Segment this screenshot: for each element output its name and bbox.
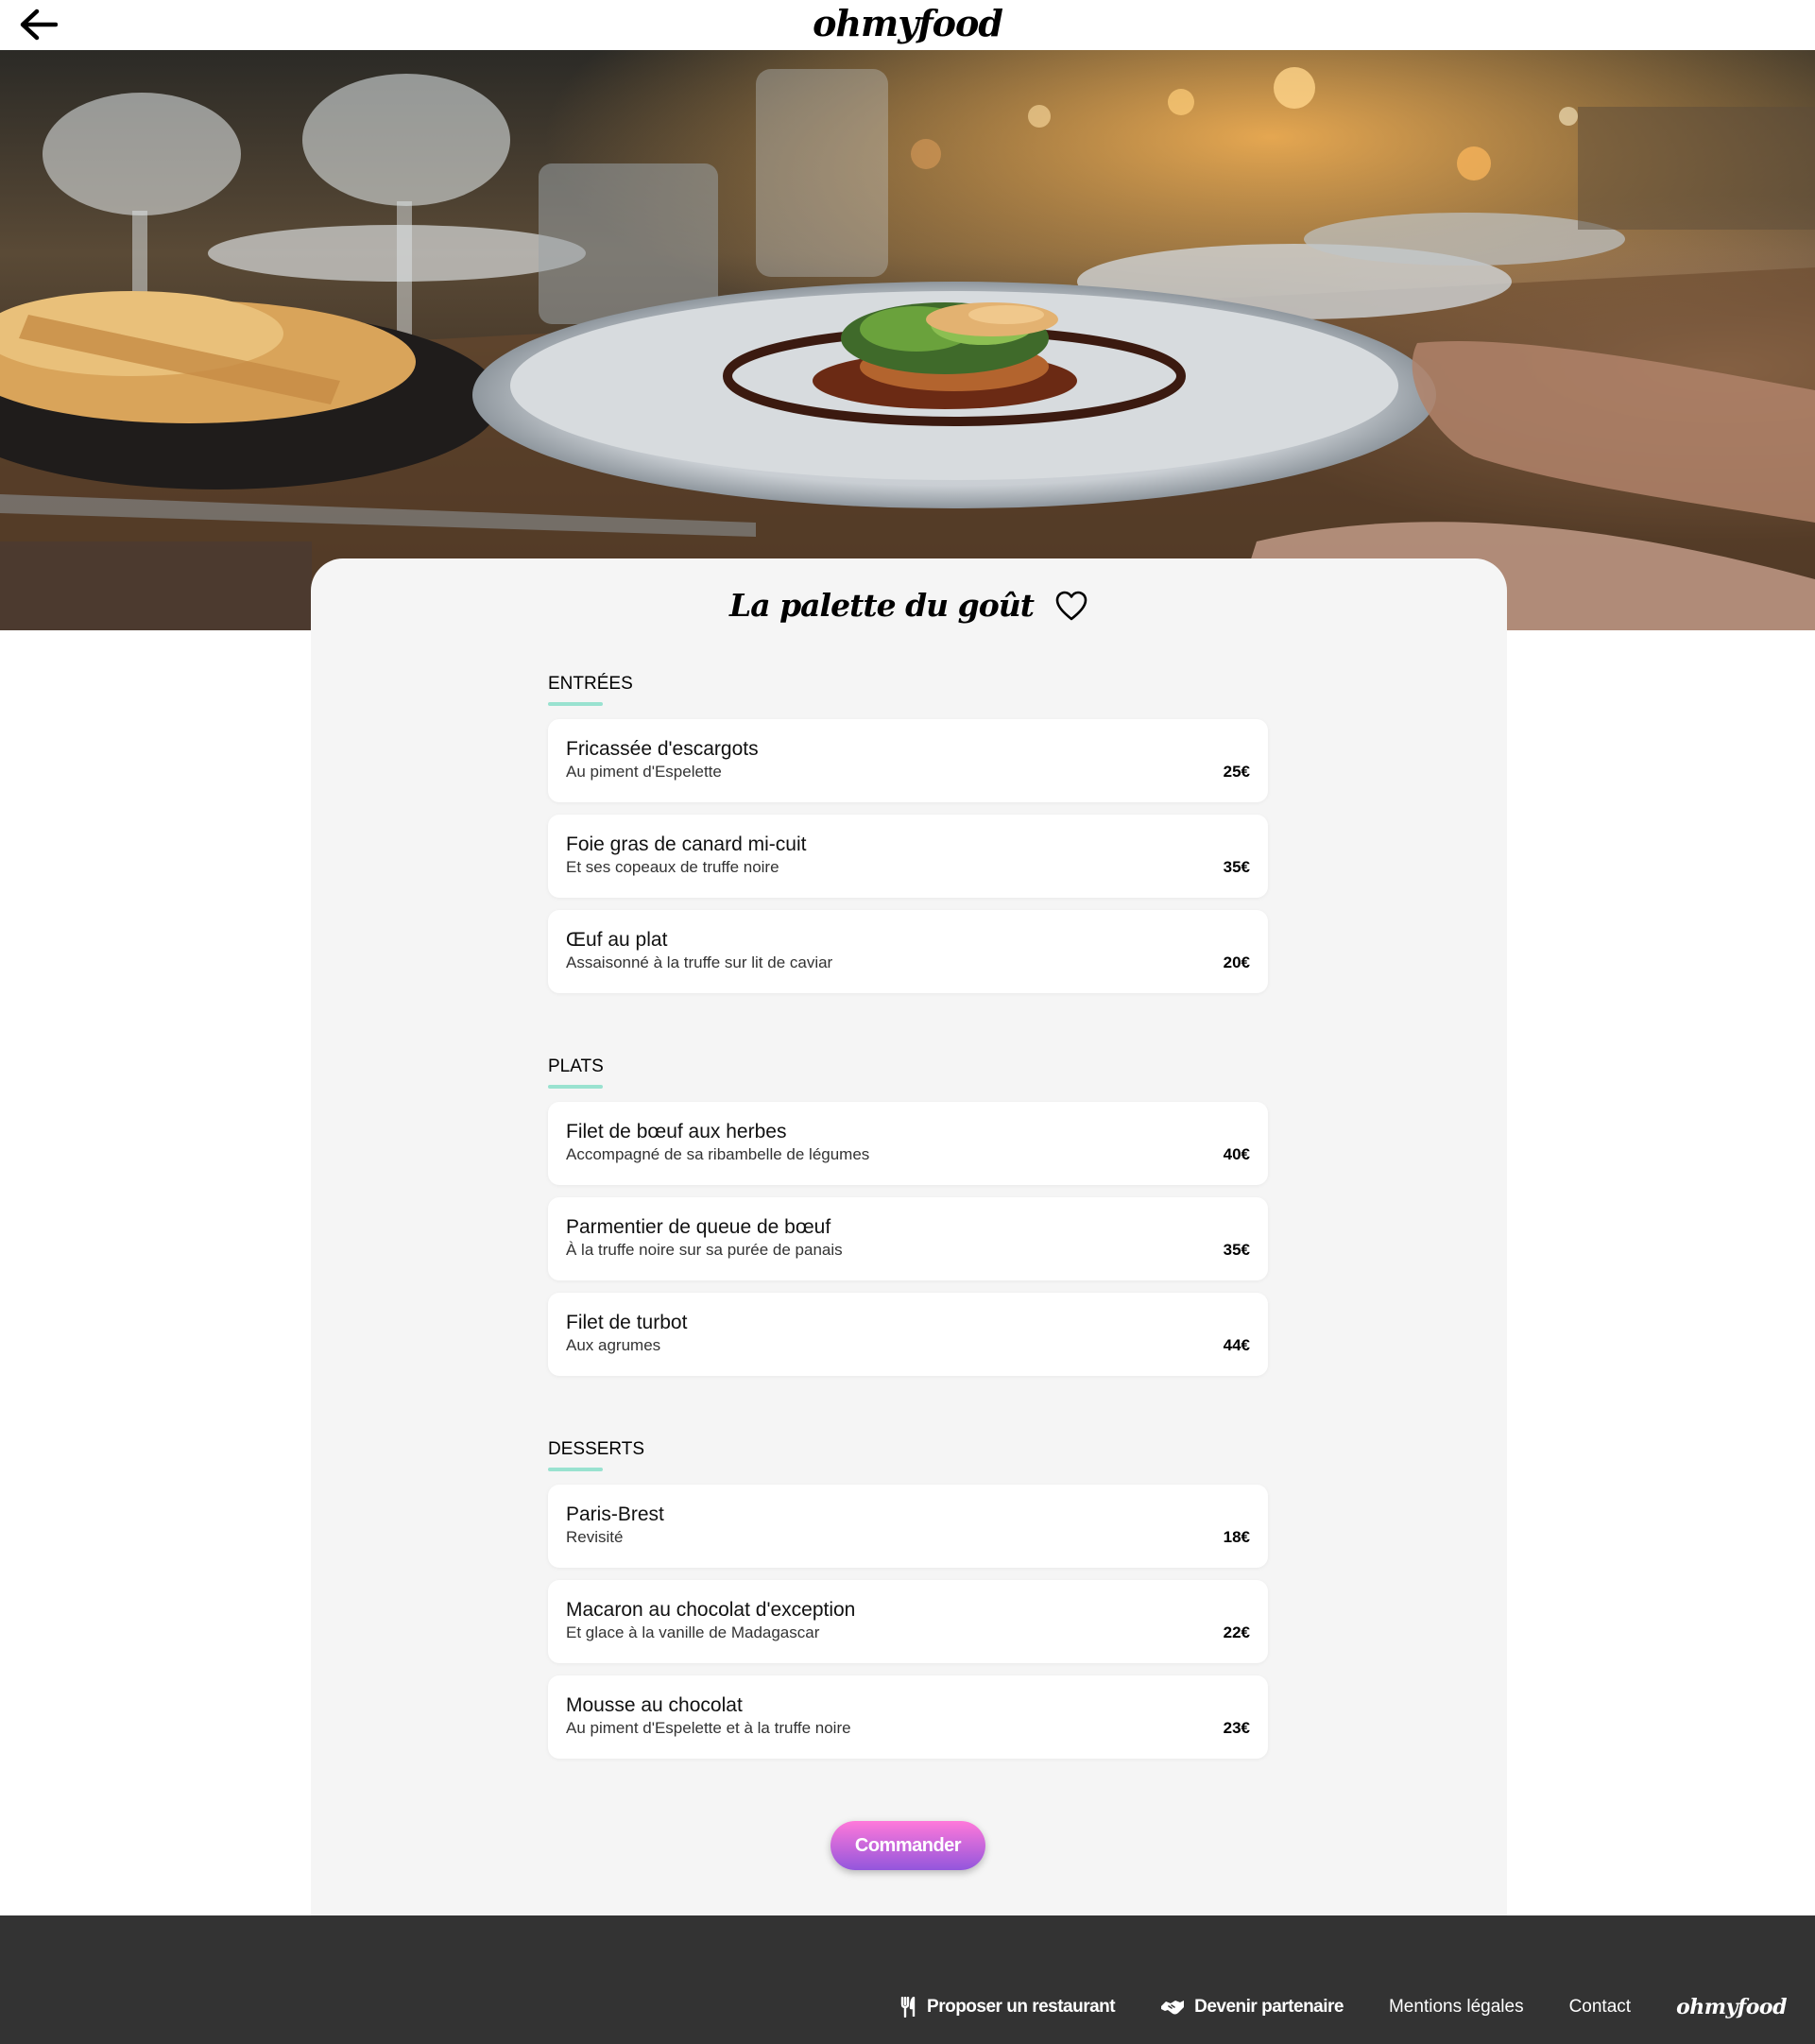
section-underline	[548, 1468, 603, 1471]
footer-link-label: Mentions légales	[1388, 1997, 1524, 2017]
footer-link-legal-notice[interactable]: Mentions légales	[1389, 1997, 1524, 2018]
item-name: Fricassée d'escargots	[566, 738, 759, 760]
item-price: 23€	[1223, 1719, 1250, 1737]
footer-link-contact[interactable]: Contact	[1569, 1997, 1631, 2018]
header: ohmyfood	[0, 0, 1815, 50]
menu-section-desserts: DESSERTS Paris-Brest Revisité 18€ Macaro…	[548, 1437, 1268, 1771]
menu-item[interactable]: Œuf au plat Assaisonné à la truffe sur l…	[548, 910, 1268, 993]
item-name: Filet de bœuf aux herbes	[566, 1121, 787, 1142]
item-price: 25€	[1223, 763, 1250, 781]
item-price: 22€	[1223, 1623, 1250, 1641]
utensils-icon	[900, 1997, 916, 2018]
menu-item[interactable]: Foie gras de canard mi-cuit Et ses copea…	[548, 815, 1268, 898]
footer-link-become-partner[interactable]: Devenir partenaire	[1160, 1997, 1344, 2018]
menu-section-entrees: ENTRÉES Fricassée d'escargots Au piment …	[548, 672, 1268, 1005]
item-name: Mousse au chocolat	[566, 1694, 743, 1716]
item-price: 18€	[1223, 1528, 1250, 1546]
item-name: Parmentier de queue de bœuf	[566, 1216, 831, 1238]
menu-item[interactable]: Fricassée d'escargots Au piment d'Espele…	[548, 719, 1268, 802]
footer: Proposer un restaurant Devenir partenair…	[0, 1915, 1815, 2044]
section-underline	[548, 702, 603, 706]
footer-links: Proposer un restaurant Devenir partenair…	[900, 1995, 1787, 2019]
handshake-icon	[1161, 2001, 1185, 2015]
item-name: Macaron au chocolat d'exception	[566, 1599, 856, 1621]
item-price: 44€	[1223, 1336, 1250, 1354]
section-title: ENTRÉES	[548, 674, 633, 694]
footer-logo[interactable]: ohmyfood	[1676, 1995, 1787, 2019]
menu-item[interactable]: Paris-Brest Revisité 18€	[548, 1485, 1268, 1568]
item-price: 40€	[1223, 1145, 1250, 1163]
menu-item[interactable]: Parmentier de queue de bœuf À la truffe …	[548, 1197, 1268, 1280]
item-description: Accompagné de sa ribambelle de légumes	[566, 1145, 870, 1163]
menu-item[interactable]: Mousse au chocolat Au piment d'Espelette…	[548, 1675, 1268, 1759]
restaurant-header: La palette du goût	[311, 587, 1507, 624]
section-underline	[548, 1085, 603, 1089]
item-description: À la truffe noire sur sa purée de panais	[566, 1241, 843, 1259]
item-name: Foie gras de canard mi-cuit	[566, 833, 807, 855]
item-description: Assaisonné à la truffe sur lit de caviar	[566, 953, 833, 971]
menu-item[interactable]: Filet de bœuf aux herbes Accompagné de s…	[548, 1102, 1268, 1185]
item-name: Œuf au plat	[566, 929, 668, 951]
section-title: PLATS	[548, 1056, 604, 1076]
favorite-button[interactable]	[1054, 590, 1088, 622]
footer-link-label: Contact	[1568, 1997, 1632, 2017]
back-button[interactable]	[15, 6, 60, 43]
header-logo[interactable]: ohmyfood	[0, 0, 1815, 50]
item-description: Et ses copeaux de truffe noire	[566, 858, 779, 876]
heart-outline-icon	[1055, 591, 1087, 620]
item-description: Au piment d'Espelette	[566, 763, 722, 781]
item-price: 35€	[1223, 1241, 1250, 1259]
footer-link-label: Proposer un restaurant	[927, 1997, 1116, 2017]
item-price: 35€	[1223, 858, 1250, 876]
menu-item[interactable]: Macaron au chocolat d'exception Et glace…	[548, 1580, 1268, 1663]
item-description: Revisité	[566, 1528, 624, 1546]
footer-link-label: Devenir partenaire	[1194, 1997, 1344, 2017]
menu-card: La palette du goût ENTRÉES Fricassée d'e…	[311, 558, 1507, 1915]
arrow-left-icon	[20, 9, 58, 41]
item-description: Aux agrumes	[566, 1336, 661, 1354]
item-price: 20€	[1223, 953, 1250, 971]
section-title: DESSERTS	[548, 1439, 645, 1459]
footer-link-propose-restaurant[interactable]: Proposer un restaurant	[900, 1997, 1116, 2018]
order-button[interactable]: Commander	[830, 1821, 985, 1870]
menu-section-plats: PLATS Filet de bœuf aux herbes Accompagn…	[548, 1055, 1268, 1388]
item-description: Et glace à la vanille de Madagascar	[566, 1623, 820, 1641]
hero-image	[0, 50, 1815, 630]
restaurant-name: La palette du goût	[729, 587, 1035, 624]
menu-item[interactable]: Filet de turbot Aux agrumes 44€	[548, 1293, 1268, 1376]
item-description: Au piment d'Espelette et à la truffe noi…	[566, 1719, 851, 1737]
item-name: Filet de turbot	[566, 1312, 688, 1333]
item-name: Paris-Brest	[566, 1503, 664, 1525]
